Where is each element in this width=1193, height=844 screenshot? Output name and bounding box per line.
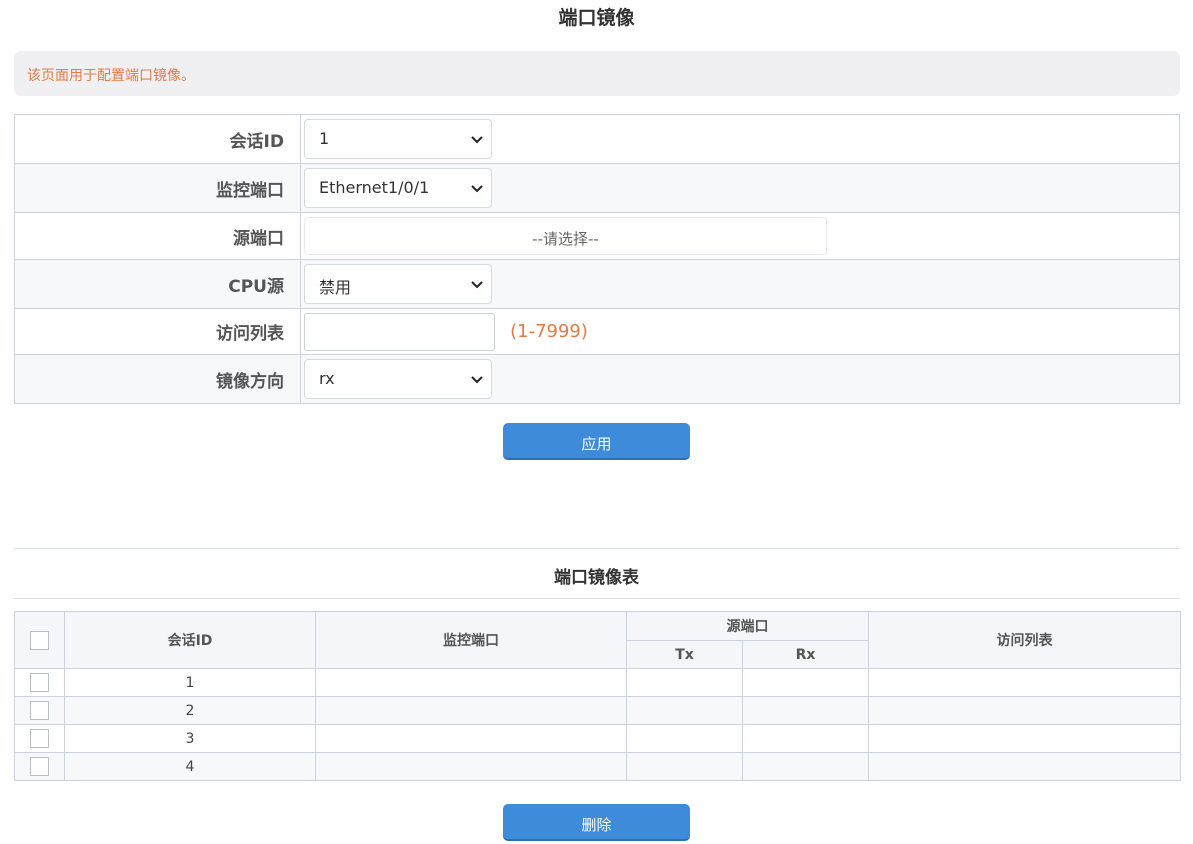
row-tx (626, 752, 743, 781)
col-acl: 访问列表 (868, 611, 1181, 669)
col-source-port: 源端口 (626, 611, 869, 641)
divider (14, 598, 1180, 599)
cpu-source-label: CPU源 (14, 259, 301, 309)
monitor-port-label: 监控端口 (14, 163, 301, 213)
delete-button[interactable]: 删除 (503, 804, 690, 841)
col-monitor-port: 监控端口 (315, 611, 627, 669)
divider (14, 548, 1180, 549)
source-port-multiselect[interactable]: --请选择-- (304, 217, 827, 255)
row-session-id: 1 (64, 668, 316, 697)
row-monitor-port (315, 724, 627, 753)
session-id-label: 会话ID (14, 114, 301, 164)
table-row: 2 (14, 696, 1181, 725)
row-session-id: 4 (64, 752, 316, 781)
row-rx (742, 696, 869, 725)
chevron-down-icon (471, 281, 483, 289)
session-id-select[interactable]: 1 (304, 119, 492, 159)
table-row: 1 (14, 668, 1181, 697)
info-tip: 该页面用于配置端口镜像。 (14, 51, 1180, 96)
row-checkbox[interactable] (30, 729, 49, 748)
row-tx (626, 668, 743, 697)
direction-value: rx (319, 369, 335, 388)
row-monitor-port (315, 696, 627, 725)
row-checkbox[interactable] (30, 757, 49, 776)
row-checkbox[interactable] (30, 673, 49, 692)
row-session-id: 2 (64, 696, 316, 725)
select-all-cell (14, 611, 65, 669)
apply-button[interactable]: 应用 (503, 423, 690, 460)
mirror-config-form: 会话ID 1 监控端口 Ethernet1/0/1 源端口 --请选择-- CP… (14, 114, 1180, 404)
page-title: 端口镜像 (558, 7, 635, 29)
acl-input[interactable] (304, 312, 495, 351)
cpu-source-value: 禁用 (319, 278, 352, 297)
monitor-port-select[interactable]: Ethernet1/0/1 (304, 168, 492, 208)
row-checkbox[interactable] (30, 701, 49, 720)
acl-label: 访问列表 (14, 308, 301, 355)
session-id-value: 1 (319, 129, 330, 148)
row-acl (868, 696, 1181, 725)
section-title: 端口镜像表 (554, 568, 639, 588)
chevron-down-icon (471, 185, 483, 193)
col-rx: Rx (742, 640, 869, 669)
direction-label: 镜像方向 (14, 354, 301, 404)
row-monitor-port (315, 752, 627, 781)
monitor-port-value: Ethernet1/0/1 (319, 178, 430, 197)
row-rx (742, 724, 869, 753)
table-row: 4 (14, 752, 1181, 781)
row-session-id: 3 (64, 724, 316, 753)
row-tx (626, 724, 743, 753)
select-all-checkbox[interactable] (30, 630, 49, 650)
col-session-id: 会话ID (64, 611, 316, 669)
row-acl (868, 752, 1181, 781)
table-row: 3 (14, 724, 1181, 753)
acl-range-hint: (1-7999) (510, 321, 588, 342)
chevron-down-icon (471, 376, 483, 384)
row-tx (626, 696, 743, 725)
row-rx (742, 668, 869, 697)
chevron-down-icon (471, 136, 483, 144)
source-port-label: 源端口 (14, 212, 301, 260)
col-tx: Tx (626, 640, 743, 669)
row-acl (868, 668, 1181, 697)
row-monitor-port (315, 668, 627, 697)
mirror-table: 会话ID 监控端口 源端口 访问列表 Tx Rx 1 2 3 4 (14, 611, 1181, 781)
cpu-source-select[interactable]: 禁用 (304, 264, 492, 304)
row-acl (868, 724, 1181, 753)
row-rx (742, 752, 869, 781)
direction-select[interactable]: rx (304, 359, 492, 399)
